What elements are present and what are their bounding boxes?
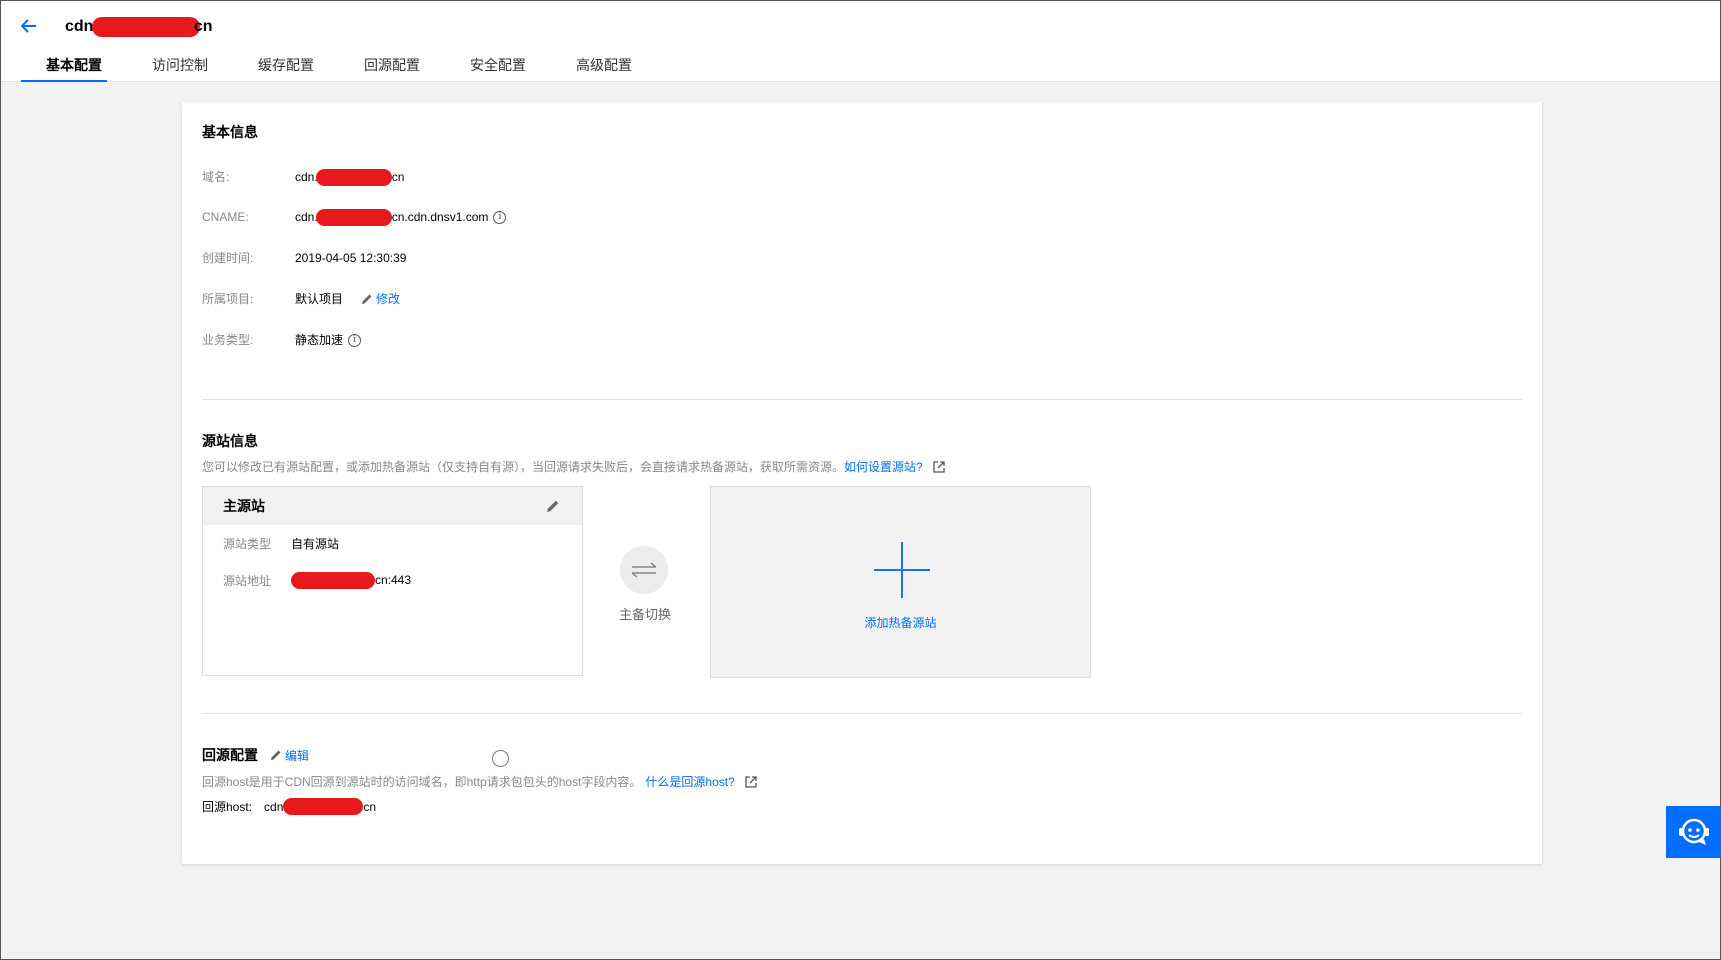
back-to-origin-title: 回源配置 — [202, 747, 258, 763]
redaction-mark — [315, 208, 392, 226]
cname-value: cdn. cn.cdn.dnsv1.com i — [295, 208, 507, 226]
origin-info-title: 源站信息 — [202, 433, 258, 449]
origin-help-link[interactable]: 如何设置源站? — [844, 458, 923, 475]
business-type-name: 静态加速 — [295, 333, 344, 347]
pencil-icon[interactable] — [546, 499, 560, 513]
domain-prefix: cdn. — [295, 170, 318, 184]
domain-row: 域名: cdn. cn — [202, 168, 404, 186]
project-edit-link[interactable]: 修改 — [361, 290, 400, 308]
tab-origin-config[interactable]: 回源配置 — [339, 53, 445, 82]
arrow-left-icon — [21, 19, 36, 33]
host-label: 回源host: — [202, 800, 253, 814]
business-type-label: 业务类型: — [202, 333, 254, 347]
origin-desc-text: 您可以修改已有源站配置，或添加热备源站（仅支持自有源），当回源请求失败后，会直接… — [202, 460, 845, 474]
cname-suffix: cn.cdn.dnsv1.com — [391, 210, 489, 224]
host-suffix: cn — [363, 800, 377, 814]
primary-origin-header: 主源站 — [203, 487, 582, 525]
back-to-origin-desc-text: 回源host是用于CDN回源到源站时的访问域名，即http请求包包头的host字… — [202, 775, 642, 789]
project-row: 所属项目: 默认项目 修改 — [202, 290, 400, 308]
redaction-mark — [283, 798, 364, 815]
external-link-icon[interactable] — [933, 460, 945, 473]
redaction-mark — [315, 168, 392, 186]
section-divider — [202, 713, 1522, 714]
add-backup-origin-label: 添加热备源站 — [864, 616, 937, 630]
domain-value: cdn. cn — [295, 168, 404, 186]
redaction-mark — [291, 571, 375, 589]
info-icon[interactable]: i — [348, 333, 362, 347]
host-prefix: cdn — [264, 800, 284, 814]
origin-info-desc: 您可以修改已有源站配置，或添加热备源站（仅支持自有源），当回源请求失败后，会直接… — [202, 458, 945, 475]
back-to-origin-desc: 回源host是用于CDN回源到源站时的访问域名，即http请求包包头的host字… — [202, 773, 757, 790]
config-card: 基本信息 域名: cdn. cn CNAME: cdn. cn.cdn.dnsv… — [182, 102, 1542, 864]
swap-arrows-icon — [631, 562, 657, 578]
created-time-label: 创建时间: — [202, 251, 254, 265]
add-backup-origin-button[interactable]: 添加热备源站 — [710, 486, 1091, 678]
back-to-origin-host-row: 回源host: cdn cn — [202, 798, 376, 816]
external-link-icon[interactable] — [745, 775, 757, 788]
tab-basic-config[interactable]: 基本配置 — [21, 53, 127, 82]
switch-label: 主备切换 — [618, 607, 671, 622]
business-type-row: 业务类型: 静态加速 i — [202, 331, 362, 349]
business-type-value: 静态加速 i — [295, 331, 362, 349]
created-time-value: 2019-04-05 12:30:39 — [295, 251, 407, 265]
back-button[interactable] — [17, 14, 41, 38]
origin-address-label: 源站地址 — [223, 573, 272, 588]
primary-origin-card: 主源站 源站类型 自有源站 源站地址 cn:443 — [202, 486, 583, 676]
customer-service-button[interactable] — [1666, 806, 1721, 858]
origin-type-value: 自有源站 — [291, 536, 340, 551]
project-value: 默认项目 修改 — [295, 290, 400, 308]
origin-address-row: 源站地址 cn:443 — [223, 571, 411, 589]
section-divider — [202, 399, 1522, 400]
tab-bar: 基本配置 访问控制 缓存配置 回源配置 安全配置 高级配置 — [21, 53, 657, 82]
origin-address-suffix: cn:443 — [375, 573, 412, 587]
tab-security-config[interactable]: 安全配置 — [445, 53, 551, 82]
project-name: 默认项目 — [295, 292, 344, 306]
primary-origin-title: 主源站 — [223, 498, 265, 514]
domain-suffix: cn — [391, 170, 405, 184]
domain-title-suffix: cn — [193, 18, 213, 35]
back-to-origin-edit-link[interactable]: 编辑 — [270, 747, 309, 764]
radio-button[interactable] — [492, 750, 509, 767]
cname-prefix: cdn. — [295, 210, 318, 224]
back-to-origin-help-link[interactable]: 什么是回源host? — [645, 773, 734, 790]
page-title: cdn. cn — [65, 15, 213, 39]
domain-label: 域名: — [202, 170, 230, 184]
back-to-origin-header: 回源配置 编辑 — [202, 745, 309, 765]
redaction-mark — [91, 17, 200, 37]
chat-bot-icon — [1679, 818, 1709, 845]
origin-type-row: 源站类型 自有源站 — [223, 534, 339, 552]
created-time-row: 创建时间: 2019-04-05 12:30:39 — [202, 249, 406, 267]
project-edit-label: 修改 — [376, 292, 401, 306]
cname-label: CNAME: — [202, 210, 249, 224]
pencil-icon — [362, 294, 372, 304]
tab-advanced-config[interactable]: 高级配置 — [551, 53, 657, 82]
pencil-icon — [271, 750, 281, 760]
cname-row: CNAME: cdn. cn.cdn.dnsv1.com i — [202, 208, 507, 226]
basic-info-title: 基本信息 — [202, 124, 258, 140]
origin-type-label: 源站类型 — [223, 536, 272, 551]
tab-cache-config[interactable]: 缓存配置 — [233, 53, 339, 82]
back-to-origin-edit-label: 编辑 — [285, 748, 310, 763]
project-label: 所属项目: — [202, 292, 254, 306]
tab-access-control[interactable]: 访问控制 — [127, 53, 233, 82]
top-bar: cdn. cn 基本配置 访问控制 缓存配置 回源配置 安全配置 高级配置 — [1, 1, 1720, 82]
primary-backup-switch-button[interactable] — [620, 546, 668, 594]
info-icon[interactable]: i — [493, 210, 507, 224]
plus-icon — [874, 542, 930, 598]
